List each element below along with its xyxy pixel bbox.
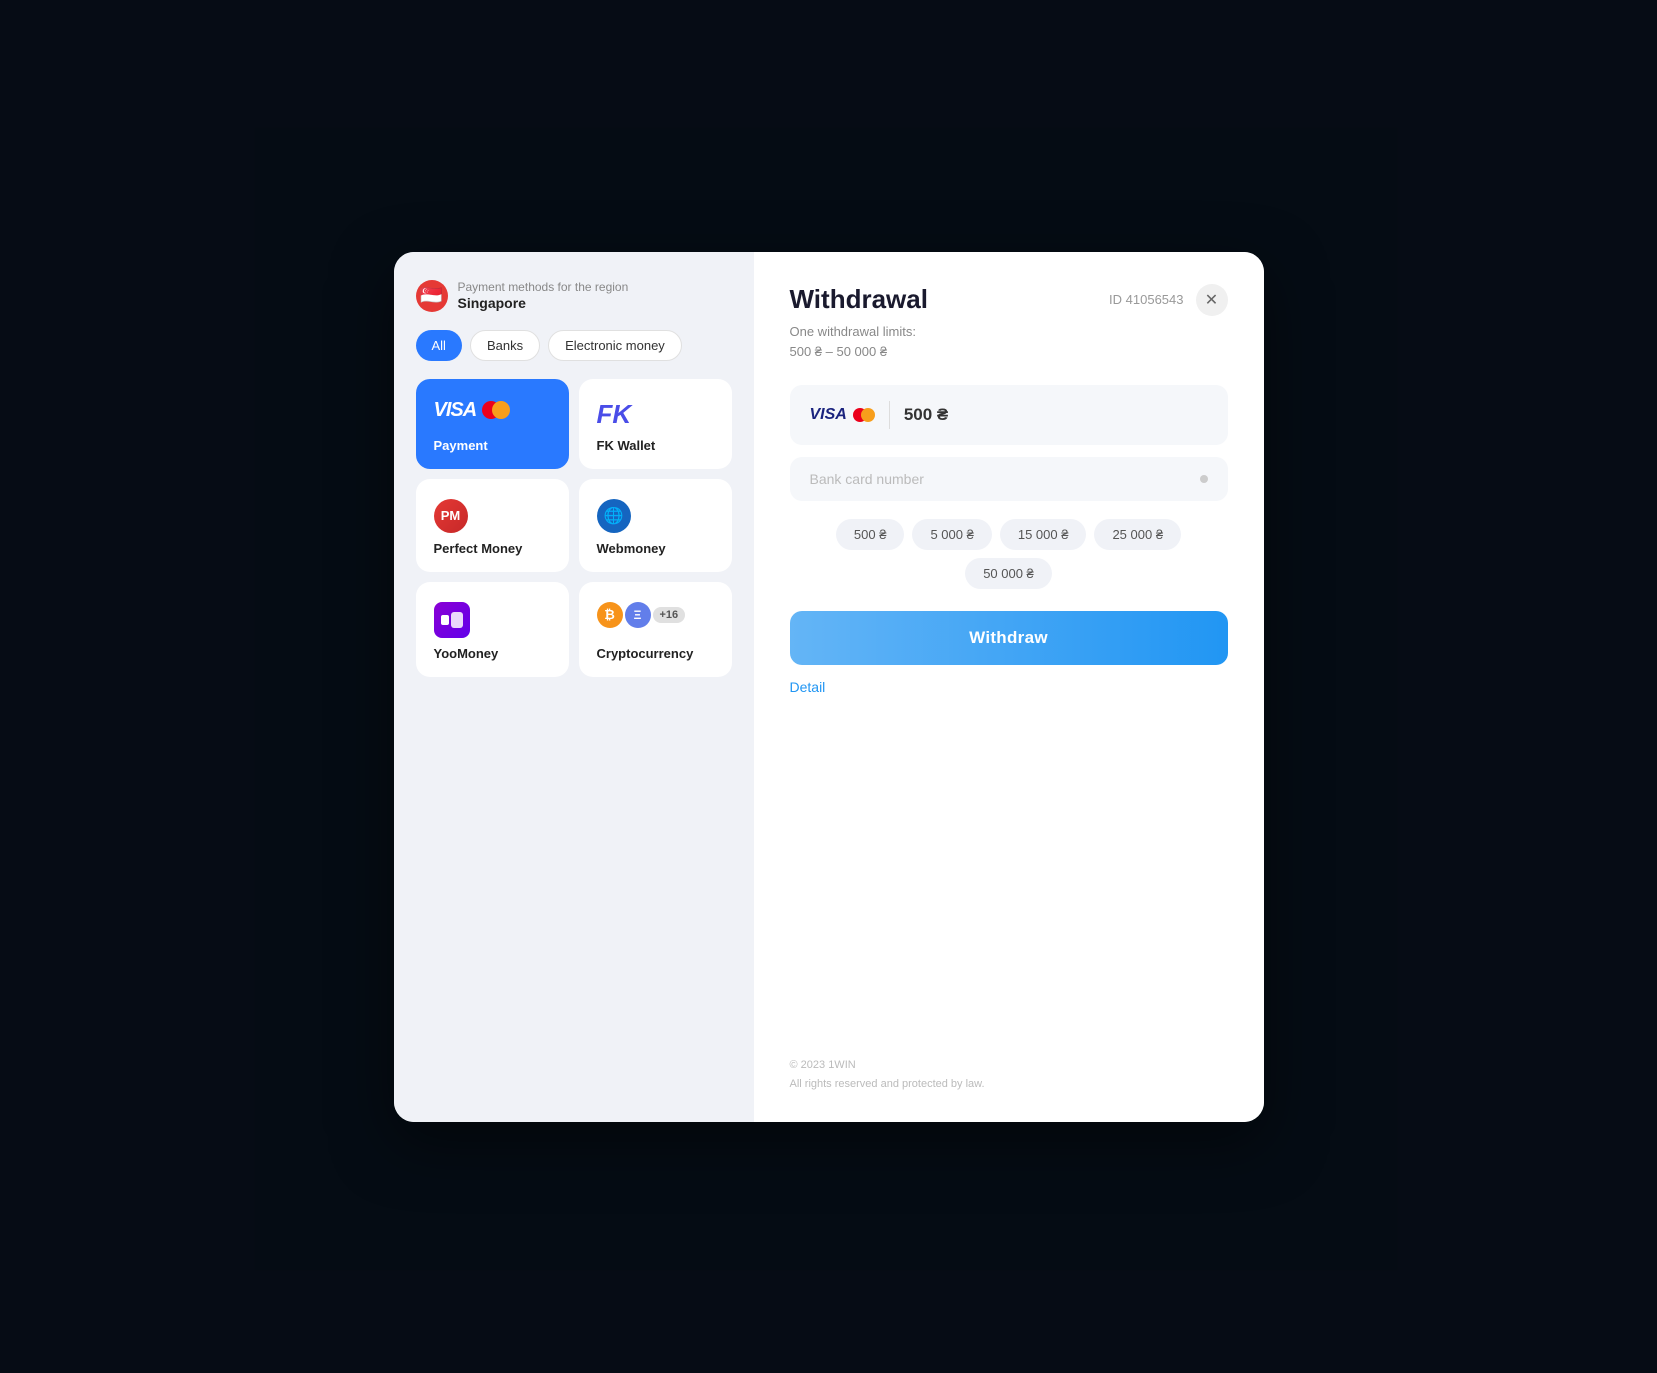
amount-value: 500 ₴ [904, 405, 948, 425]
payment-card-yoomoney[interactable]: YooMoney [416, 582, 569, 677]
left-panel: 🇸🇬 Payment methods for the region Singap… [394, 252, 754, 1122]
fk-wallet-icon: FK [597, 399, 632, 430]
payment-card-cryptocurrency[interactable]: ₿ Ξ +16 Cryptocurrency [579, 582, 732, 677]
perfect-money-label: Perfect Money [434, 541, 523, 556]
payment-card-webmoney[interactable]: 🌐 Webmoney [579, 479, 732, 572]
right-header: Withdrawal ID 41056543 ✕ [790, 284, 1228, 316]
eth-icon: Ξ [625, 602, 651, 628]
card-input-placeholder: Bank card number [810, 471, 924, 487]
region-name: Singapore [458, 295, 629, 311]
yoo-icon [434, 602, 470, 638]
visa-logo: VISA [434, 399, 511, 422]
mc-small-icon [853, 408, 875, 422]
withdrawal-title: Withdrawal [790, 284, 928, 315]
region-label: Payment methods for the region [458, 280, 629, 296]
region-header: 🇸🇬 Payment methods for the region Singap… [416, 280, 732, 312]
mc-s2 [861, 408, 875, 422]
region-text: Payment methods for the region Singapore [458, 280, 629, 312]
visa-text: VISA [434, 399, 477, 422]
mastercard-icon [482, 401, 510, 419]
amount-chip-500[interactable]: 500 ₴ [836, 519, 905, 550]
cryptocurrency-icon: ₿ Ξ +16 [597, 602, 686, 628]
footer-copyright: © 2023 1WIN [790, 1056, 1228, 1075]
perfect-money-icon: PM [434, 499, 468, 533]
webmoney-label: Webmoney [597, 541, 666, 556]
payment-card-fk-wallet[interactable]: FK FK Wallet [579, 379, 732, 469]
limit-line2: 500 ₴ – 50 000 ₴ [790, 344, 888, 359]
withdraw-button[interactable]: Withdraw [790, 611, 1228, 665]
pm-icon: PM [434, 499, 468, 533]
amount-chip-25000[interactable]: 25 000 ₴ [1094, 519, 1181, 550]
crypto-more-badge: +16 [653, 607, 686, 623]
card-input-dot-indicator [1200, 475, 1208, 483]
payment-card-visa[interactable]: VISA Payment [416, 379, 569, 469]
modal-dialog: 🇸🇬 Payment methods for the region Singap… [394, 252, 1264, 1122]
amount-display: VISA 500 ₴ [790, 385, 1228, 445]
flag-icon: 🇸🇬 [416, 280, 448, 312]
cryptocurrency-label: Cryptocurrency [597, 646, 694, 661]
filter-all[interactable]: All [416, 330, 462, 361]
visa-card-label: Payment [434, 438, 488, 453]
filter-electronic[interactable]: Electronic money [548, 330, 682, 361]
limit-text: One withdrawal limits: 500 ₴ – 50 000 ₴ [790, 322, 1228, 364]
amount-chip-15000[interactable]: 15 000 ₴ [1000, 519, 1087, 550]
amount-chip-5000[interactable]: 5 000 ₴ [912, 519, 991, 550]
btc-icon: ₿ [597, 602, 623, 628]
mc-circle-orange [492, 401, 510, 419]
visa-card-icon: VISA [434, 399, 511, 422]
amount-chip-50000[interactable]: 50 000 ₴ [965, 558, 1052, 589]
visa-display-icon: VISA [810, 406, 875, 424]
payment-card-perfect-money[interactable]: PM Perfect Money [416, 479, 569, 572]
filter-tabs: All Banks Electronic money [416, 330, 732, 361]
yoomoney-icon [434, 602, 470, 638]
close-button[interactable]: ✕ [1196, 284, 1228, 316]
visa-display-text: VISA [810, 406, 847, 424]
card-number-input[interactable]: Bank card number [790, 457, 1228, 501]
webmoney-icon: 🌐 [597, 499, 631, 533]
yoomoney-label: YooMoney [434, 646, 499, 661]
fk-icon: FK [597, 399, 632, 429]
limit-line1: One withdrawal limits: [790, 324, 916, 339]
detail-link[interactable]: Detail [790, 679, 1228, 695]
divider-vertical [889, 401, 890, 429]
crypto-icons-group: ₿ Ξ +16 [597, 602, 686, 628]
quick-amounts: 500 ₴ 5 000 ₴ 15 000 ₴ 25 000 ₴ 50 000 ₴ [790, 519, 1228, 589]
fk-wallet-label: FK Wallet [597, 438, 656, 453]
payment-methods-grid: VISA Payment FK FK Wallet [416, 379, 732, 677]
header-right: ID 41056543 ✕ [1109, 284, 1227, 316]
transaction-id: ID 41056543 [1109, 292, 1183, 307]
footer-rights: All rights reserved and protected by law… [790, 1075, 1228, 1094]
right-panel: Withdrawal ID 41056543 ✕ One withdrawal … [754, 252, 1264, 1122]
footer: © 2023 1WIN All rights reserved and prot… [790, 1016, 1228, 1093]
wm-icon: 🌐 [597, 499, 631, 533]
filter-banks[interactable]: Banks [470, 330, 540, 361]
